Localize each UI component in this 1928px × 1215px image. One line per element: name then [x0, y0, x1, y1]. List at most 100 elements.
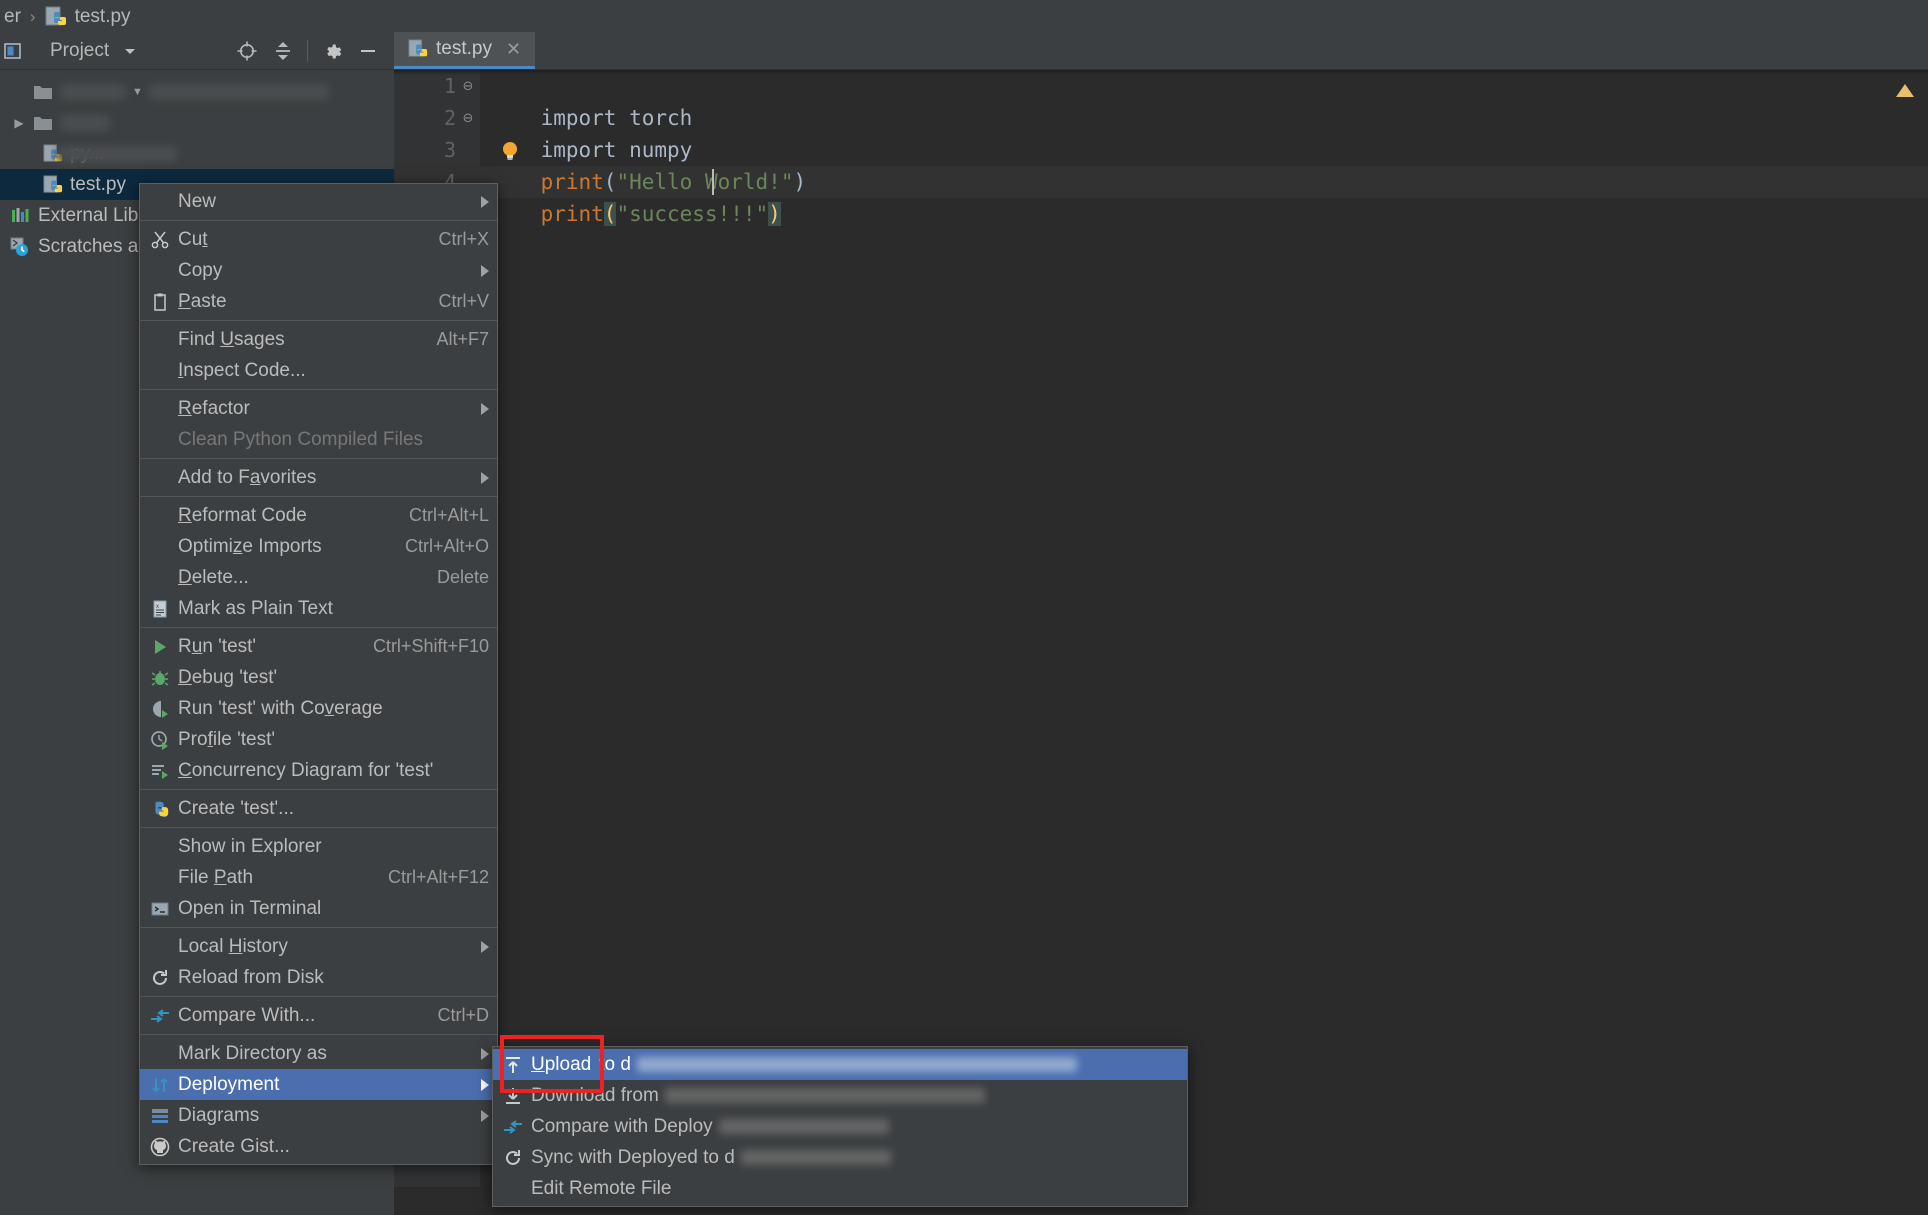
fold-marker-icon[interactable]: ⊖ — [460, 102, 476, 134]
editor-tab-strip: test.py ✕ — [394, 33, 1928, 70]
menu-item-label: Mark as Plain Text — [178, 598, 489, 620]
locate-icon[interactable] — [229, 36, 265, 66]
menu-item-shortcut: Ctrl+X — [438, 229, 489, 250]
collapse-all-icon[interactable] — [265, 36, 301, 66]
menu-item-mark-as-plain-text[interactable]: xMark as Plain Text — [140, 593, 497, 624]
chevron-right-icon — [481, 1110, 489, 1122]
menu-item-label: Paste — [178, 291, 416, 313]
menu-item-local-history[interactable]: Local History — [140, 931, 497, 962]
menu-item-label: Open in Terminal — [178, 898, 489, 920]
menu-item-label: Inspect Code... — [178, 360, 489, 382]
menu-separator — [140, 996, 497, 997]
menu-item-label: Create 'test'... — [178, 798, 489, 820]
line-number: 3 — [394, 134, 456, 166]
submenu-item-upload[interactable]: Uploadto d — [493, 1049, 1187, 1080]
menu-item-create-gist[interactable]: Create Gist... — [140, 1131, 497, 1162]
breadcrumb-prefix[interactable]: er — [4, 6, 21, 28]
coverage-icon — [146, 697, 174, 721]
tree-row-label: Scratches a — [38, 236, 138, 258]
menu-item-add-to-favorites[interactable]: Add to Favorites — [140, 462, 497, 493]
deployment-submenu[interactable]: Uploadto dDownload from Compare with Depl… — [492, 1046, 1188, 1207]
menu-item-refactor[interactable]: Refactor — [140, 393, 497, 424]
warning-triangle-icon[interactable] — [1896, 84, 1914, 97]
menu-item-diagrams[interactable]: Diagrams — [140, 1100, 497, 1131]
breadcrumb-file[interactable]: test.py — [75, 6, 131, 28]
menu-item-label: Optimize Imports — [178, 536, 383, 558]
tab-test-py[interactable]: test.py ✕ — [394, 32, 535, 69]
submenu-item-edit-remote-file[interactable]: Edit Remote File — [493, 1173, 1187, 1204]
menu-item-label: Compare with Deploy — [531, 1116, 713, 1138]
menu-item-label: Reload from Disk — [178, 967, 489, 989]
menu-item-run-test-with-coverage[interactable]: Run 'test' with Coverage — [140, 693, 497, 724]
python-icon — [146, 797, 174, 821]
menu-item-paste[interactable]: PasteCtrl+V — [140, 286, 497, 317]
hide-icon[interactable] — [350, 36, 386, 66]
menu-item-inspect-code[interactable]: Inspect Code... — [140, 355, 497, 386]
menu-item-label: Delete... — [178, 567, 415, 589]
menu-item-compare-with[interactable]: Compare With...Ctrl+D — [140, 1000, 497, 1031]
close-icon[interactable]: ✕ — [506, 39, 521, 60]
chevron-down-icon[interactable] — [123, 44, 137, 58]
tree-row-path-redacted — [149, 84, 329, 100]
menu-item-label: Local History — [178, 936, 467, 958]
menu-item-reload-from-disk[interactable]: Reload from Disk — [140, 962, 497, 993]
menu-item-copy[interactable]: Copy — [140, 255, 497, 286]
scissors-icon — [146, 228, 174, 252]
menu-item-optimize-imports[interactable]: Optimize Imports Ctrl+Alt+O — [140, 531, 497, 562]
code-line-4: print("success!!!") — [490, 166, 781, 198]
tree-row-label-redacted — [60, 84, 126, 100]
tree-twisty[interactable]: ▶ — [8, 116, 30, 130]
menu-item-cut[interactable]: CutCtrl+X — [140, 224, 497, 255]
no-icon — [499, 1177, 527, 1201]
menu-item-open-in-terminal[interactable]: Open in Terminal — [140, 893, 497, 924]
lightbulb-icon[interactable] — [500, 140, 520, 162]
submenu-item-sync-with-deployed-to-d[interactable]: Sync with Deployed to d — [493, 1142, 1187, 1173]
tree-row-label-redacted — [57, 146, 177, 162]
menu-item-file-path[interactable]: File PathCtrl+Alt+F12 — [140, 862, 497, 893]
no-icon — [146, 566, 174, 590]
upload-icon — [499, 1053, 527, 1077]
tree-row[interactable]: ▼ — [0, 76, 394, 107]
menu-item-show-in-explorer[interactable]: Show in Explorer — [140, 831, 497, 862]
menu-separator — [140, 458, 497, 459]
menu-item-concurrency-diagram-for-test[interactable]: Concurrency Diagram for 'test' — [140, 755, 497, 786]
menu-item-label: Show in Explorer — [178, 836, 489, 858]
code-editor[interactable]: 1 ⊖ import torch 2 ⊖ import numpy 3 prin… — [394, 70, 1928, 1215]
submenu-item-compare-with-deploy[interactable]: Compare with Deploy — [493, 1111, 1187, 1142]
project-toolwindow-title[interactable]: Project — [50, 40, 109, 62]
menu-item-debug-test[interactable]: Debug 'test' — [140, 662, 497, 693]
menu-item-find-usages[interactable]: Find UsagesAlt+F7 — [140, 324, 497, 355]
profile-icon — [146, 728, 174, 752]
code-paren-highlight: ) — [768, 202, 781, 226]
menu-separator — [140, 927, 497, 928]
tree-row[interactable]: ▶ — [0, 107, 394, 138]
breadcrumb-separator-icon: › — [30, 7, 36, 27]
menu-item-label: Profile 'test' — [178, 729, 489, 751]
menu-item-label: Add to Favorites — [178, 467, 467, 489]
debug-icon — [146, 666, 174, 690]
line-number: 2 — [394, 102, 456, 134]
menu-item-deployment[interactable]: Deployment — [140, 1069, 497, 1100]
menu-item-shortcut: Ctrl+Alt+O — [405, 536, 489, 557]
gear-icon[interactable] — [314, 36, 350, 66]
menu-item-clean-python-compiled-files: Clean Python Compiled Files — [140, 424, 497, 455]
no-icon — [146, 535, 174, 559]
menu-item-new[interactable]: New — [140, 186, 497, 217]
file-context-menu[interactable]: New CutCtrl+XCopyPasteCtrl+V Find UsagesAl… — [139, 183, 498, 1165]
menu-item-run-test[interactable]: Run 'test'Ctrl+Shift+F10 — [140, 631, 497, 662]
menu-item-create-test[interactable]: Create 'test'... — [140, 793, 497, 824]
project-toolwindow-icon — [4, 42, 22, 60]
menu-item-mark-directory-as[interactable]: Mark Directory as — [140, 1038, 497, 1069]
tree-row[interactable]: py... — [0, 138, 394, 169]
menu-item-reformat-code[interactable]: Reformat CodeCtrl+Alt+L — [140, 500, 497, 531]
menu-item-shortcut: Delete — [437, 567, 489, 588]
menu-item-profile-test[interactable]: Profile 'test' — [140, 724, 497, 755]
sync-icon — [499, 1146, 527, 1170]
code-keyword: print — [541, 202, 604, 226]
diagrams-icon — [146, 1104, 174, 1128]
menu-item-delete[interactable]: Delete... Delete — [140, 562, 497, 593]
python-file-icon — [40, 175, 66, 195]
submenu-item-download-from[interactable]: Download from — [493, 1080, 1187, 1111]
folder-icon — [30, 83, 56, 101]
compare-icon — [146, 1004, 174, 1028]
